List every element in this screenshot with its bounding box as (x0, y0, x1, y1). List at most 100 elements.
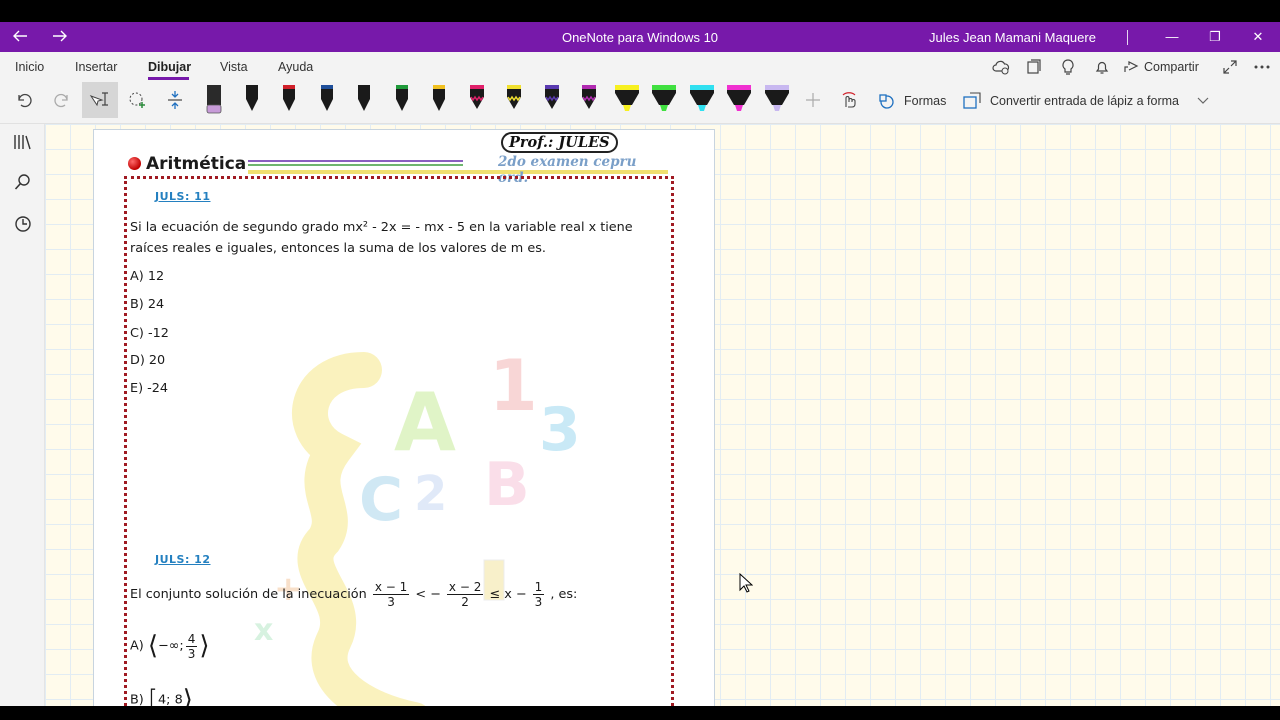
pen-tool-6[interactable] (387, 83, 417, 115)
share-icon (1124, 61, 1139, 72)
note-canvas[interactable]: A 1 3 B C 2 + x Aritmética Prof.: JULES … (45, 124, 1280, 706)
tab-ayuda[interactable]: Ayuda (278, 60, 313, 74)
marker-tool-1[interactable] (199, 83, 229, 115)
recent-notes-button[interactable] (10, 211, 36, 237)
more-options-button[interactable] (1249, 54, 1275, 80)
navigation-sidebar (0, 124, 45, 706)
pencil-tool-8[interactable] (462, 83, 492, 115)
highlighter-tool-15[interactable] (724, 83, 754, 115)
tab-inicio[interactable]: Inicio (15, 60, 44, 74)
title-separator (1127, 30, 1128, 45)
pen-tool-5[interactable] (349, 83, 379, 115)
notebooks-button[interactable] (10, 129, 36, 155)
window-title: OneNote para Windows 10 (561, 30, 719, 45)
q12-option-a-denominator: 3 (187, 646, 196, 661)
pasted-worksheet-image[interactable]: A 1 3 B C 2 + x Aritmética Prof.: JULES … (93, 129, 715, 706)
undo-button[interactable] (6, 82, 42, 118)
expand-icon (1223, 60, 1237, 74)
minimize-button[interactable]: — (1158, 26, 1186, 48)
pen-icon (358, 85, 370, 111)
highlighter-icon (689, 85, 714, 111)
header-line-green (248, 164, 463, 166)
pen-icon (320, 85, 333, 111)
question-12-suffix: , es: (550, 587, 578, 602)
question-tag-12: JULS: 12 (155, 553, 211, 566)
search-button[interactable] (10, 169, 36, 195)
highlighter-tool-12[interactable] (612, 83, 642, 115)
fraction-1-numerator: x − 1 (372, 580, 410, 595)
sync-status-button[interactable] (988, 54, 1014, 80)
lasso-type-select-tool[interactable] (82, 82, 118, 118)
active-tab-indicator (148, 77, 189, 80)
left-angle-bracket: ⟨ (147, 631, 158, 661)
pages-icon (1027, 59, 1041, 74)
pencil-icon (507, 85, 521, 109)
option-c: C) -12 (130, 326, 169, 341)
q12-option-a-lower: −∞; (157, 638, 184, 654)
question-12-text: El conjunto solución de la inecuación x … (130, 580, 577, 609)
q12-option-b-end: 8 (174, 692, 183, 707)
q12-option-b: B) [4; 8⟩ (130, 685, 193, 706)
highlighter-tool-14[interactable] (687, 83, 717, 115)
ribbon-expand-button[interactable] (1190, 88, 1216, 114)
pencil-icon (582, 85, 596, 109)
fraction-3: 13 (532, 580, 545, 609)
fraction-2-denominator: 2 (461, 595, 469, 609)
convert-label: Convertir entrada de lápiz a forma (990, 94, 1179, 108)
close-button[interactable]: ✕ (1244, 26, 1272, 48)
arrow-left-icon (13, 30, 27, 42)
pen-tool-2[interactable] (237, 83, 267, 115)
option-a: A) 12 (130, 269, 165, 284)
undo-icon (18, 93, 32, 108)
user-name[interactable]: Jules Jean Mamani Maquere (915, 30, 1110, 45)
question-11-line-1: Si la ecuación de segundo grado mx² - 2x… (130, 220, 633, 235)
full-page-view-button[interactable] (1217, 54, 1243, 80)
red-bullet-icon (128, 157, 141, 170)
notebooks-view-button[interactable] (1021, 54, 1047, 80)
pen-icon (245, 85, 258, 111)
redo-icon (54, 93, 68, 108)
add-pen-button[interactable] (795, 82, 831, 118)
q12-option-a: A) ⟨−∞; 4 3 ⟩ (130, 631, 209, 661)
forward-button[interactable] (46, 26, 74, 48)
convert-ink-to-shape-button[interactable]: Convertir entrada de lápiz a forma (962, 88, 1192, 114)
cloud-sync-icon (992, 60, 1010, 75)
tab-insertar[interactable]: Insertar (75, 60, 117, 74)
highlighter-icon (652, 85, 676, 111)
search-icon (14, 174, 30, 190)
mouse-cursor-icon (739, 573, 753, 593)
worksheet-header: Aritmética Prof.: JULES 2do examen cepru… (126, 132, 668, 186)
lasso-icon (129, 92, 145, 108)
tab-vista[interactable]: Vista (220, 60, 248, 74)
option-e: E) -24 (130, 381, 169, 396)
ink-to-shape-toggle[interactable] (832, 82, 868, 118)
pencil-tool-10[interactable] (537, 83, 567, 115)
bell-icon (1095, 61, 1109, 74)
touch-draw-icon (842, 92, 856, 108)
highlighter-tool-13[interactable] (649, 83, 679, 115)
back-button[interactable] (6, 26, 34, 48)
highlighter-icon (727, 85, 751, 111)
pencil-tool-9[interactable] (499, 83, 529, 115)
pen-tool-3[interactable] (274, 83, 304, 115)
q12-option-b-start: 4 (158, 692, 167, 707)
add-space-tool[interactable] (157, 82, 193, 118)
arrow-right-icon (53, 30, 67, 42)
shapes-button[interactable]: Formas (878, 88, 958, 114)
fraction-1-denominator: 3 (387, 595, 395, 609)
marker-icon (206, 85, 222, 114)
lasso-select-tool[interactable] (120, 82, 156, 118)
tab-dibujar[interactable]: Dibujar (148, 60, 191, 74)
notifications-button[interactable] (1089, 54, 1115, 80)
cursor-text-icon (89, 92, 108, 107)
highlighter-tool-16[interactable] (762, 83, 792, 115)
pencil-tool-11[interactable] (574, 83, 604, 115)
tips-button[interactable] (1055, 54, 1081, 80)
pen-tool-7[interactable] (424, 83, 454, 115)
share-button[interactable]: Compartir (1123, 54, 1203, 80)
redo-button[interactable] (44, 82, 80, 118)
fraction-2-numerator: x − 2 (446, 580, 484, 595)
pen-icon (395, 85, 408, 111)
pen-tool-4[interactable] (312, 83, 342, 115)
restore-button[interactable]: ❐ (1201, 26, 1229, 48)
